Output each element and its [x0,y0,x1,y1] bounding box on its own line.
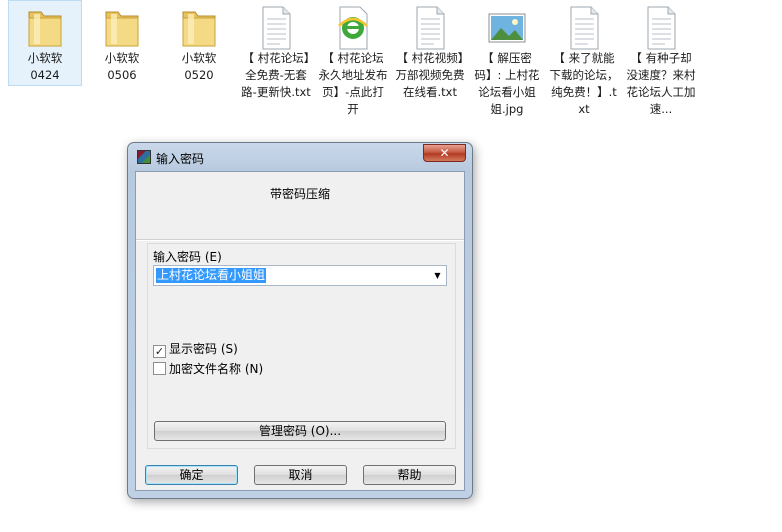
divider [136,239,464,241]
checkbox-unchecked-icon[interactable] [153,362,166,375]
text-file-icon[interactable] [641,4,681,52]
file-item[interactable]: 小软软 0506 [85,0,159,128]
file-item[interactable]: 【 有种子却没速度？来村花论坛人工加速... [624,0,698,128]
password-label: 输入密码 (E) [153,250,222,264]
dropdown-arrow-icon[interactable]: ▼ [429,266,446,285]
show-password-label: 显示密码 (S) [169,342,238,356]
ie-shortcut-icon[interactable] [333,4,373,52]
folder-icon[interactable] [102,4,142,52]
file-label[interactable]: 【 来了就能下载的论坛，纯免费！】.txt [549,50,619,118]
text-file-icon[interactable] [410,4,450,52]
file-label[interactable]: 【 村花论坛】全免费-无套路-更新快.txt [241,50,311,101]
file-label[interactable]: 【 村花论坛永久地址发布页】-点此打开 [318,50,388,118]
file-item[interactable]: 【 村花视频】万部视频免费在线看.txt [393,0,467,128]
checkbox-checked-icon[interactable]: ✓ [153,345,166,358]
file-item[interactable]: 【 解压密码】: 上村花论坛看小姐姐.jpg [470,0,544,128]
folder-icon[interactable] [25,4,65,52]
dialog-client: 带密码压缩 输入密码 (E) 上村花论坛看小姐姐 ▼ ✓ 显示密码 (S) 加密文… [135,171,465,491]
folder-icon[interactable] [179,4,219,52]
dialog-title: 输入密码 [156,152,205,166]
file-item[interactable]: 小软软 0520 [162,0,236,128]
encrypt-names-checkbox[interactable]: 加密文件名称 (N) [153,362,263,376]
ok-button[interactable]: 确定 [145,465,238,485]
winrar-icon [137,150,151,164]
file-item[interactable]: 【 村花论坛】全免费-无套路-更新快.txt [239,0,313,128]
show-password-checkbox[interactable]: ✓ 显示密码 (S) [153,342,238,358]
text-file-icon[interactable] [564,4,604,52]
file-item[interactable]: 【 来了就能下载的论坛，纯免费！】.txt [547,0,621,128]
file-label[interactable]: 小软软 0424 [10,50,80,84]
file-label[interactable]: 【 村花视频】万部视频免费在线看.txt [395,50,465,101]
file-label[interactable]: 小软软 0520 [164,50,234,84]
manage-passwords-button[interactable]: 管理密码 (O)... [154,421,446,441]
close-button[interactable]: ✕ [423,144,466,162]
file-item[interactable]: 【 村花论坛永久地址发布页】-点此打开 [316,0,390,128]
file-label[interactable]: 【 解压密码】: 上村花论坛看小姐姐.jpg [472,50,542,118]
password-dialog: 输入密码 ✕ 带密码压缩 输入密码 (E) 上村花论坛看小姐姐 ▼ ✓ 显示密码 … [127,142,473,499]
dialog-titlebar[interactable]: 输入密码 ✕ [128,143,472,171]
file-label[interactable]: 【 有种子却没速度？来村花论坛人工加速... [626,50,696,118]
help-button[interactable]: 帮助 [363,465,456,485]
file-label[interactable]: 小软软 0506 [87,50,157,84]
encrypt-names-label: 加密文件名称 (N) [169,362,264,376]
image-file-icon[interactable] [487,4,527,52]
password-input[interactable]: 上村花论坛看小姐姐 [156,268,267,283]
text-file-icon[interactable] [256,4,296,52]
password-combo[interactable]: 上村花论坛看小姐姐 ▼ [153,265,447,286]
file-item[interactable]: 小软软 0424 [8,0,82,128]
section-title: 带密码压缩 [269,187,330,201]
cancel-button[interactable]: 取消 [254,465,347,485]
